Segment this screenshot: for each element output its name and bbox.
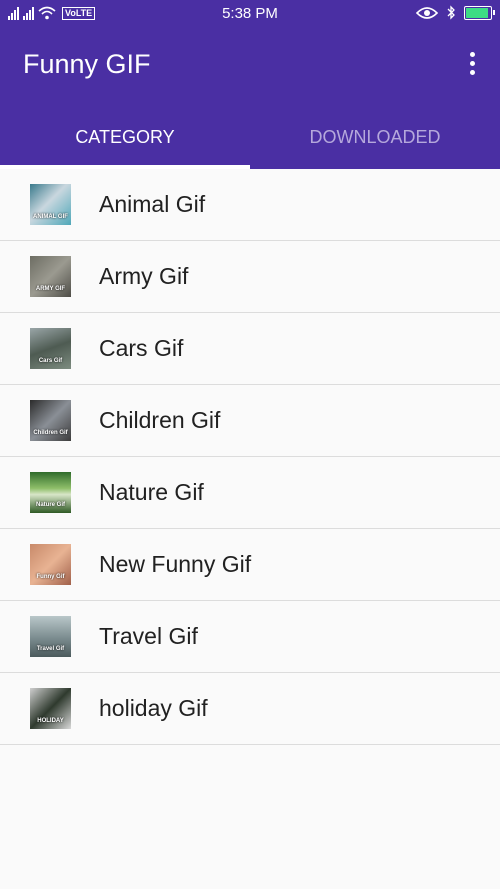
- category-label: Animal Gif: [99, 191, 206, 217]
- category-label: holiday Gif: [99, 695, 208, 721]
- category-row[interactable]: Funny Gif New Funny Gif: [0, 529, 500, 601]
- category-thumbnail: Funny Gif: [30, 544, 71, 585]
- category-label: Children Gif: [99, 407, 221, 433]
- category-thumbnail: Travel Gif: [30, 616, 71, 657]
- category-label: Army Gif: [99, 263, 189, 289]
- category-row[interactable]: Cars Gif Cars Gif: [0, 313, 500, 385]
- category-list: ANIMAL GIF Animal Gif ARMY GIF Army Gif Cars…: [0, 169, 500, 745]
- thumbnail-caption: ANIMAL GIF: [33, 214, 68, 220]
- category-thumbnail: Nature Gif: [30, 472, 71, 513]
- category-row[interactable]: ANIMAL GIF Animal Gif: [0, 169, 500, 241]
- tab-category[interactable]: CATEGORY: [0, 102, 250, 169]
- thumbnail-caption: Children Gif: [33, 430, 68, 436]
- app-bar: Funny GIF: [0, 28, 500, 102]
- category-thumbnail: Cars Gif: [30, 328, 71, 369]
- category-row[interactable]: ARMY GIF Army Gif: [0, 241, 500, 313]
- category-thumbnail: ANIMAL GIF: [30, 184, 71, 225]
- thumbnail-caption: ARMY GIF: [35, 286, 66, 292]
- thumbnail-caption: Travel Gif: [36, 646, 65, 652]
- thumbnail-caption: Funny Gif: [36, 574, 65, 580]
- category-thumbnail: HOLIDAY: [30, 688, 71, 729]
- status-right: [416, 5, 495, 20]
- category-thumbnail: Children Gif: [30, 400, 71, 441]
- bluetooth-icon: [447, 5, 455, 20]
- thumbnail-caption: HOLIDAY: [37, 718, 64, 724]
- tab-bar: CATEGORY DOWNLOADED: [0, 102, 500, 169]
- battery-charging-icon: [464, 5, 495, 20]
- category-row[interactable]: HOLIDAY holiday Gif: [0, 673, 500, 745]
- app-title: Funny GIF: [23, 49, 151, 79]
- category-thumbnail: ARMY GIF: [30, 256, 71, 297]
- category-label: New Funny Gif: [99, 551, 252, 577]
- category-row[interactable]: Children Gif Children Gif: [0, 385, 500, 457]
- category-label: Cars Gif: [99, 335, 184, 361]
- category-row[interactable]: Travel Gif Travel Gif: [0, 601, 500, 673]
- category-row[interactable]: Nature Gif Nature Gif: [0, 457, 500, 529]
- more-vert-icon[interactable]: [462, 49, 482, 81]
- thumbnail-caption: Nature Gif: [35, 502, 65, 508]
- tab-downloaded[interactable]: DOWNLOADED: [250, 102, 500, 169]
- eye-icon: [416, 6, 438, 19]
- status-bar: VoLTE 5:38 PM: [0, 0, 500, 28]
- category-label: Nature Gif: [99, 479, 204, 505]
- thumbnail-caption: Cars Gif: [38, 358, 63, 364]
- category-label: Travel Gif: [99, 623, 198, 649]
